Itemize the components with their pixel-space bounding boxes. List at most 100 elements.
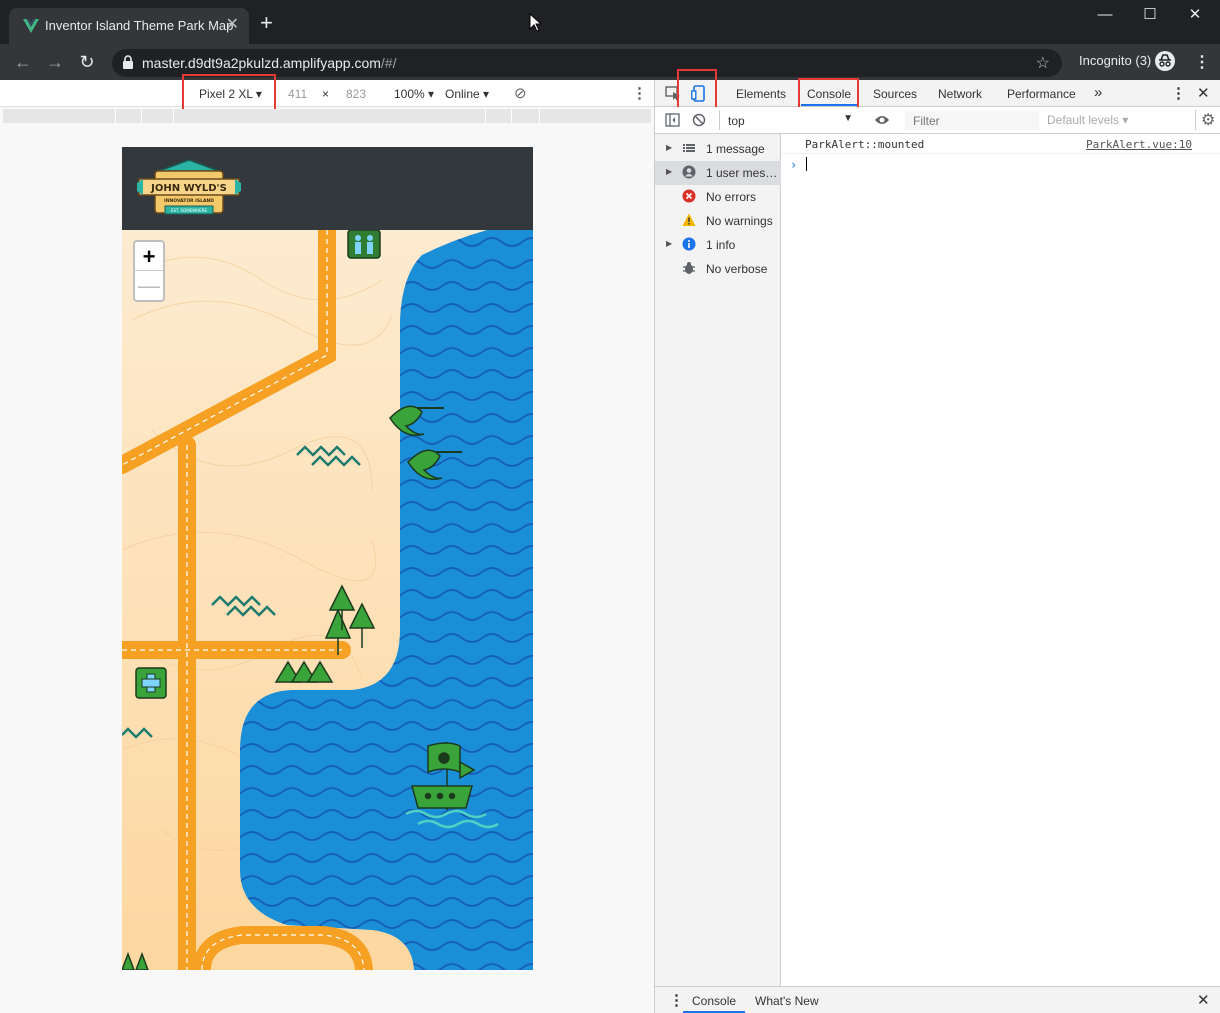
expand-arrow-icon[interactable]: ▶ xyxy=(666,143,672,152)
console-log-line: ParkAlert::mounted ParkAlert.vue:10 xyxy=(782,134,1220,154)
logo-subtitle: INNOVATOR ISLAND xyxy=(164,198,214,204)
clear-console-icon[interactable] xyxy=(692,113,706,127)
first-aid-icon[interactable] xyxy=(135,667,167,699)
sidebar-item-user-messages[interactable]: ▶ 1 user mess… xyxy=(655,161,781,185)
network-throttle-select[interactable]: Online ▾ xyxy=(445,87,489,101)
back-icon[interactable]: ← xyxy=(11,50,35,74)
network-value: Online xyxy=(445,87,480,101)
minimize-icon[interactable]: — xyxy=(1082,4,1128,26)
emulated-phone-page: JOHN WYLD'S INNOVATOR ISLAND EST. SOMEWH… xyxy=(122,147,533,970)
live-expression-eye-icon[interactable] xyxy=(874,114,890,126)
sidebar-toggle-icon[interactable] xyxy=(665,113,680,127)
context-dropdown-icon: ▼ xyxy=(843,113,853,124)
park-logo: JOHN WYLD'S INNOVATOR ISLAND EST. SOMEWH… xyxy=(137,159,241,215)
browser-menu-icon[interactable]: ⋮ xyxy=(1194,52,1210,72)
bug-icon xyxy=(683,262,695,274)
map-zoom-control: + — xyxy=(133,240,165,302)
sidebar-item-label: No warnings xyxy=(706,214,773,228)
incognito-icon[interactable] xyxy=(1155,51,1175,71)
close-window-icon[interactable]: ✕ xyxy=(1172,4,1218,26)
title-bar: Inventor Island Theme Park Map ✕ + — ☐ ✕ xyxy=(0,0,1220,44)
drawer-tab-console[interactable]: Console xyxy=(692,994,736,1008)
console-input-caret[interactable] xyxy=(806,157,807,171)
device-width[interactable]: 411 xyxy=(288,87,307,101)
devtools-close-icon[interactable]: ✕ xyxy=(1197,84,1210,102)
tab-performance[interactable]: Performance xyxy=(1007,87,1076,101)
error-icon xyxy=(682,189,696,203)
maximize-icon[interactable]: ☐ xyxy=(1127,4,1173,26)
sidebar-item-label: No verbose xyxy=(706,262,768,276)
warning-icon xyxy=(682,213,696,226)
restroom-icon[interactable] xyxy=(347,230,381,259)
expand-arrow-icon[interactable]: ▶ xyxy=(666,167,672,176)
new-tab-icon[interactable]: + xyxy=(260,12,273,34)
device-height[interactable]: 823 xyxy=(346,87,366,101)
user-icon xyxy=(682,165,696,179)
devtools-menu-icon[interactable]: ⋮ xyxy=(1171,84,1186,102)
context-select[interactable]: top ▼ xyxy=(719,110,859,130)
zoom-value: 100% xyxy=(394,87,425,101)
park-header: JOHN WYLD'S INNOVATOR ISLAND EST. SOMEWH… xyxy=(122,147,533,230)
url-host: master.d9dt9a2pkulzd.amplifyapp.com xyxy=(142,55,381,71)
tab-close-icon[interactable]: ✕ xyxy=(226,16,239,34)
address-bar[interactable]: master.d9dt9a2pkulzd.amplifyapp.com/#/ ☆ xyxy=(112,49,1062,77)
lock-icon xyxy=(123,55,133,69)
log-levels-select[interactable]: Default levels ▾ xyxy=(1047,113,1128,127)
sidebar-item-label: No errors xyxy=(706,190,757,204)
sidebar-item-messages[interactable]: ▶ 1 message xyxy=(655,137,781,161)
log-levels-value: Default levels xyxy=(1047,113,1120,127)
bookmark-star-icon[interactable]: ☆ xyxy=(1036,53,1050,73)
device-toolbar-menu-icon[interactable]: ⋮ xyxy=(632,84,647,102)
drawer-close-icon[interactable]: ✕ xyxy=(1197,991,1210,1009)
tab-elements[interactable]: Elements xyxy=(736,87,786,101)
vue-logo-icon xyxy=(23,19,39,33)
tab-sources[interactable]: Sources xyxy=(873,87,917,101)
sidebar-item-label: 1 info xyxy=(706,238,736,252)
sidebar-item-verbose[interactable]: No verbose xyxy=(655,257,781,281)
device-select-highlight xyxy=(182,74,276,114)
zoom-select[interactable]: 100% ▾ xyxy=(394,87,434,101)
url-path: /#/ xyxy=(380,55,397,71)
sidebar-item-label: 1 user mess… xyxy=(706,166,780,180)
expand-arrow-icon[interactable]: ▶ xyxy=(666,239,672,248)
devtools-drawer: ⋮ Console What's New ✕ xyxy=(655,986,1220,1013)
console-tab-highlight xyxy=(798,78,859,110)
devtools-panel: Elements Console Sources Network Perform… xyxy=(654,69,1220,1013)
sidebar-item-info[interactable]: ▶ 1 info xyxy=(655,233,781,257)
more-tabs-icon[interactable]: » xyxy=(1094,84,1102,101)
zoom-in-button[interactable]: + xyxy=(135,242,163,271)
console-sidebar: ▶ 1 message ▶ 1 user mess… No errors No … xyxy=(655,134,781,986)
sidebar-item-label: 1 message xyxy=(706,142,765,156)
mouse-cursor-icon xyxy=(529,13,541,32)
console-prompt-icon: › xyxy=(790,158,798,172)
list-icon xyxy=(683,144,695,152)
devtools-tab-bar: Elements Console Sources Network Perform… xyxy=(655,80,1220,107)
browser-tab[interactable]: Inventor Island Theme Park Map ✕ xyxy=(9,8,249,44)
console-filter-bar: top ▼ Default levels ▾ ⚙ xyxy=(655,107,1220,134)
console-settings-gear-icon[interactable]: ⚙ xyxy=(1195,110,1215,130)
sidebar-item-warnings[interactable]: No warnings xyxy=(655,209,781,233)
log-message: ParkAlert::mounted xyxy=(805,138,925,151)
device-toggle-highlight xyxy=(677,69,717,112)
zoom-out-button[interactable]: — xyxy=(135,271,163,300)
tab-title: Inventor Island Theme Park Map xyxy=(45,18,234,33)
info-icon xyxy=(682,237,696,251)
park-map[interactable] xyxy=(122,230,533,970)
console-output[interactable]: ParkAlert::mounted ParkAlert.vue:10 › xyxy=(782,134,1220,986)
reload-icon[interactable]: ↻ xyxy=(75,50,99,74)
page-viewport: Pixel 2 XL ▾ 411 × 823 100% ▾ Online ▾ ⊘… xyxy=(0,74,654,1013)
drawer-tab-whats-new[interactable]: What's New xyxy=(755,994,819,1008)
context-value: top xyxy=(728,114,745,128)
drawer-menu-icon[interactable]: ⋮ xyxy=(669,991,684,1009)
tab-network[interactable]: Network xyxy=(938,87,982,101)
rotate-icon[interactable]: ⊘ xyxy=(514,84,527,102)
incognito-label[interactable]: Incognito (3) xyxy=(1079,53,1151,68)
sidebar-item-errors[interactable]: No errors xyxy=(655,185,781,209)
dimension-separator: × xyxy=(322,87,330,101)
console-filter-input[interactable] xyxy=(905,111,1039,130)
logo-est: EST. SOMEWHERE xyxy=(171,208,208,213)
log-source-link[interactable]: ParkAlert.vue:10 xyxy=(1086,138,1192,151)
device-toolbar: Pixel 2 XL ▾ 411 × 823 100% ▾ Online ▾ ⊘… xyxy=(0,80,654,107)
forward-icon[interactable]: → xyxy=(43,50,67,74)
media-query-ruler xyxy=(3,109,651,123)
